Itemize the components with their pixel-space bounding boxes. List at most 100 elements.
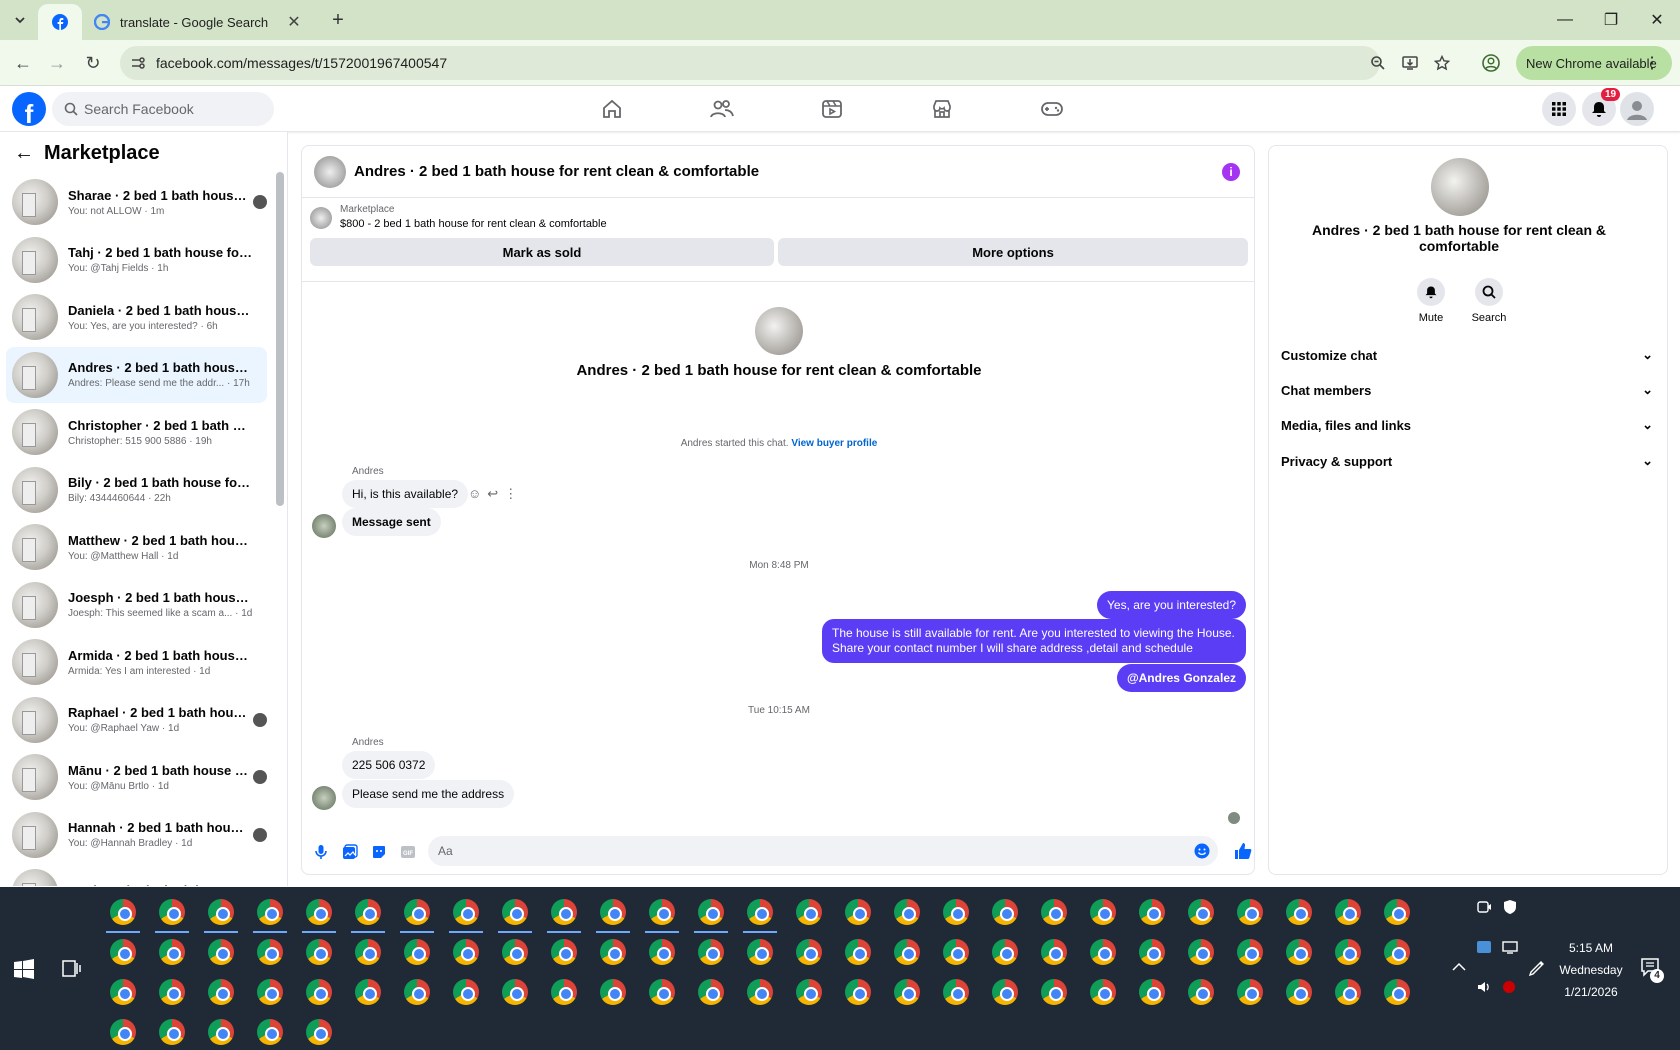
conversation-item[interactable]: Christopher · 2 bed 1 bath hous... Christ… — [6, 404, 267, 460]
menu-grid-button[interactable] — [1542, 92, 1576, 126]
chrome-taskbar-icon[interactable] — [306, 939, 332, 965]
sticker-icon[interactable] — [366, 839, 392, 865]
info-icon[interactable]: i — [1222, 163, 1240, 181]
volume-icon[interactable] — [1476, 979, 1492, 995]
chrome-taskbar-icon[interactable] — [796, 939, 822, 965]
my-message-bubble[interactable]: Yes, are you interested? — [1097, 591, 1246, 619]
chrome-taskbar-icon[interactable] — [1286, 939, 1312, 965]
home-nav-icon[interactable] — [592, 92, 632, 126]
chrome-taskbar-icon[interactable] — [894, 939, 920, 965]
new-tab-button[interactable]: + — [326, 8, 350, 32]
chrome-taskbar-icon[interactable] — [159, 1019, 185, 1045]
windows-start-icon[interactable] — [14, 959, 34, 979]
chrome-taskbar-icon[interactable] — [453, 899, 479, 925]
chrome-taskbar-icon[interactable] — [306, 899, 332, 925]
back-button[interactable]: ← — [8, 48, 38, 78]
chrome-taskbar-icon[interactable] — [1384, 899, 1410, 925]
chrome-taskbar-icon[interactable] — [1335, 979, 1361, 1005]
reply-icon[interactable]: ↩ — [487, 486, 498, 502]
chrome-taskbar-icon[interactable] — [698, 979, 724, 1005]
conversation-item[interactable]: Raphael · 2 bed 1 bath house ... You: @Ra… — [6, 692, 267, 748]
conversation-item[interactable]: Tahj · 2 bed 1 bath house for re... You: … — [6, 232, 267, 288]
chrome-taskbar-icon[interactable] — [992, 899, 1018, 925]
conversation-item[interactable]: Hannah · 2 bed 1 bath house ... You: @Han… — [6, 807, 267, 863]
my-message-bubble[interactable]: @Andres Gonzalez — [1116, 664, 1246, 692]
chrome-taskbar-icon[interactable] — [110, 1019, 136, 1045]
minimize-button[interactable]: — — [1542, 0, 1588, 40]
message-bubble[interactable]: 225 506 0372 — [342, 751, 436, 779]
chrome-taskbar-icon[interactable] — [698, 939, 724, 965]
my-message-bubble[interactable]: The house is still available for rent. A… — [822, 619, 1246, 663]
sidebar-scrollbar[interactable] — [276, 172, 284, 506]
chrome-taskbar-icon[interactable] — [208, 939, 234, 965]
chrome-taskbar-icon[interactable] — [404, 939, 430, 965]
chrome-taskbar-icon[interactable] — [306, 1019, 332, 1045]
chrome-taskbar-icon[interactable] — [1384, 979, 1410, 1005]
like-icon[interactable] — [1234, 842, 1252, 860]
listing-thumbnail[interactable] — [310, 207, 332, 229]
close-tab-icon[interactable]: ✕ — [284, 12, 304, 32]
conversation-item[interactable]: Mānu · 2 bed 1 bath house fo... You: @Mān… — [6, 749, 267, 805]
meet-now-icon[interactable] — [1476, 899, 1492, 915]
chrome-taskbar-icon[interactable] — [453, 939, 479, 965]
chrome-taskbar-icon[interactable] — [1237, 939, 1263, 965]
zoom-icon[interactable] — [1370, 55, 1386, 71]
chrome-taskbar-icon[interactable] — [1335, 899, 1361, 925]
chrome-taskbar-icon[interactable] — [747, 979, 773, 1005]
chrome-taskbar-icon[interactable] — [943, 939, 969, 965]
chrome-taskbar-icon[interactable] — [355, 979, 381, 1005]
chrome-taskbar-icon[interactable] — [551, 899, 577, 925]
sender-avatar[interactable] — [312, 786, 336, 810]
app-tray-icon[interactable] — [1476, 939, 1492, 955]
message-bubble[interactable]: Please send me the address — [342, 780, 515, 808]
show-hidden-icons[interactable] — [1452, 961, 1466, 971]
video-nav-icon[interactable] — [812, 92, 852, 126]
tab-facebook[interactable] — [38, 4, 82, 40]
clock-date[interactable]: 1/21/2026 — [1556, 985, 1626, 999]
chrome-taskbar-icon[interactable] — [992, 939, 1018, 965]
close-window-button[interactable]: ✕ — [1634, 0, 1680, 40]
chrome-taskbar-icon[interactable] — [1188, 939, 1214, 965]
more-icon[interactable]: ⋮ — [504, 486, 517, 502]
display-icon[interactable] — [1502, 939, 1518, 955]
chrome-taskbar-icon[interactable] — [943, 899, 969, 925]
chrome-taskbar-icon[interactable] — [453, 979, 479, 1005]
chrome-taskbar-icon[interactable] — [1090, 979, 1116, 1005]
chrome-taskbar-icon[interactable] — [502, 979, 528, 1005]
photo-icon[interactable] — [337, 839, 363, 865]
chrome-taskbar-icon[interactable] — [1041, 939, 1067, 965]
chrome-taskbar-icon[interactable] — [110, 979, 136, 1005]
mark-as-sold-button[interactable]: Mark as sold — [310, 238, 774, 266]
chrome-taskbar-icon[interactable] — [404, 979, 430, 1005]
microphone-icon[interactable] — [308, 839, 334, 865]
chrome-taskbar-icon[interactable] — [257, 939, 283, 965]
chrome-taskbar-icon[interactable] — [1041, 979, 1067, 1005]
conversation-item[interactable]: Daniela · 2 bed 1 bath house for... You: … — [6, 289, 267, 345]
task-view-icon[interactable] — [62, 959, 82, 979]
conversation-item[interactable]: Sharae · 2 bed 1 bath house f... You: not… — [6, 174, 267, 230]
chrome-taskbar-icon[interactable] — [894, 899, 920, 925]
pen-icon[interactable] — [1528, 959, 1546, 977]
media-files-links-section[interactable]: Media, files and links ⌄ — [1281, 410, 1653, 440]
install-app-icon[interactable] — [1402, 55, 1418, 71]
mute-button[interactable]: Mute — [1403, 278, 1459, 324]
chrome-taskbar-icon[interactable] — [747, 939, 773, 965]
chat-title[interactable]: Andres · 2 bed 1 bath house for rent cle… — [354, 163, 759, 180]
details-avatar[interactable] — [1431, 158, 1489, 216]
antivirus-icon[interactable] — [1502, 979, 1516, 995]
chrome-taskbar-icon[interactable] — [1335, 939, 1361, 965]
message-input[interactable]: Aa — [428, 836, 1218, 866]
chrome-taskbar-icon[interactable] — [894, 979, 920, 1005]
chrome-taskbar-icon[interactable] — [1188, 899, 1214, 925]
chrome-taskbar-icon[interactable] — [943, 979, 969, 1005]
reload-button[interactable]: ↻ — [78, 48, 108, 78]
chrome-taskbar-icon[interactable] — [502, 899, 528, 925]
forward-button[interactable]: → — [42, 48, 72, 78]
address-bar[interactable]: facebook.com/messages/t/1572001967400547 — [120, 46, 1450, 80]
chrome-taskbar-icon[interactable] — [306, 979, 332, 1005]
chrome-update-button[interactable]: New Chrome available ⋮ — [1516, 46, 1672, 80]
sender-avatar[interactable] — [312, 514, 336, 538]
chrome-taskbar-icon[interactable] — [600, 899, 626, 925]
chrome-taskbar-icon[interactable] — [1090, 939, 1116, 965]
chrome-taskbar-icon[interactable] — [845, 899, 871, 925]
